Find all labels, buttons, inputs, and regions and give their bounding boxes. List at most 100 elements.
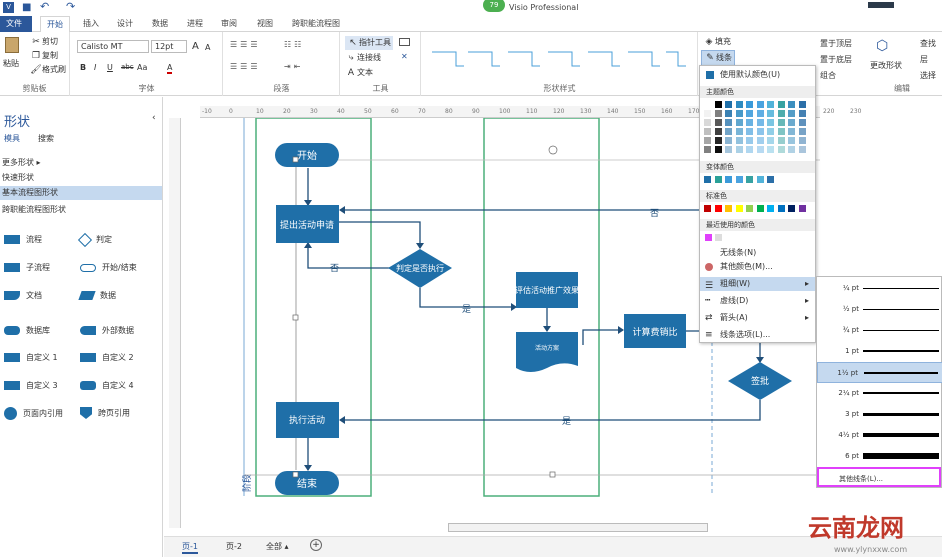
find-button[interactable]: 查找 bbox=[920, 38, 936, 49]
variant-color-swatch[interactable] bbox=[735, 176, 743, 183]
standard-color-swatch[interactable] bbox=[746, 205, 753, 212]
theme-color-swatch[interactable] bbox=[725, 110, 732, 117]
theme-color-swatch[interactable] bbox=[798, 137, 806, 144]
theme-color-swatch[interactable] bbox=[735, 128, 743, 135]
theme-color-swatch[interactable] bbox=[746, 110, 753, 117]
theme-color-swatch[interactable] bbox=[735, 137, 743, 144]
pointer-tool-button[interactable]: ↖ 指针工具 bbox=[345, 36, 393, 50]
save-icon[interactable]: ■ bbox=[22, 2, 31, 13]
change-shape-button[interactable]: 更改形状 bbox=[870, 60, 902, 71]
bring-to-front-button[interactable]: 置于顶层 bbox=[820, 38, 852, 49]
theme-color-swatch[interactable] bbox=[746, 119, 753, 126]
strikethrough-button[interactable]: abc bbox=[121, 63, 134, 71]
theme-color-swatch[interactable] bbox=[798, 101, 806, 108]
text-tool-button[interactable]: A 文本 bbox=[345, 67, 373, 79]
theme-color-swatch[interactable] bbox=[777, 128, 785, 135]
theme-color-swatch[interactable] bbox=[767, 137, 774, 144]
horizontal-scrollbar[interactable] bbox=[448, 523, 708, 532]
shape-data[interactable]: 数据 bbox=[78, 290, 116, 301]
theme-color-swatch[interactable] bbox=[725, 119, 732, 126]
theme-color-swatch[interactable] bbox=[725, 146, 732, 153]
theme-color-swatch[interactable] bbox=[735, 110, 743, 117]
change-shape-icon[interactable]: ⬡ bbox=[876, 38, 888, 54]
theme-color-swatch[interactable] bbox=[777, 101, 785, 108]
page-tab-1[interactable]: 页-1 bbox=[182, 541, 198, 554]
dashes-item[interactable]: ┅ 虚线(D) ▸ bbox=[700, 294, 815, 308]
tab-process[interactable]: 进程 bbox=[181, 16, 209, 32]
shape-custom-3[interactable]: 自定义 3 bbox=[4, 380, 58, 391]
theme-color-swatch[interactable] bbox=[746, 137, 753, 144]
basic-flowchart-item[interactable]: 基本流程图形状 bbox=[0, 186, 162, 200]
tab-file[interactable]: 文件 bbox=[0, 16, 32, 32]
italic-button[interactable]: I bbox=[94, 63, 96, 72]
rectangle-icon[interactable] bbox=[399, 38, 410, 46]
theme-color-swatch[interactable] bbox=[704, 101, 711, 108]
weight-option[interactable]: 1 pt bbox=[817, 341, 942, 362]
format-painter-button[interactable]: 🖌格式刷 bbox=[30, 64, 66, 76]
variant-color-swatch[interactable] bbox=[704, 176, 711, 183]
theme-color-swatch[interactable] bbox=[798, 119, 806, 126]
theme-color-swatch[interactable] bbox=[788, 101, 795, 108]
tab-design[interactable]: 设计 bbox=[111, 16, 139, 32]
standard-color-swatch[interactable] bbox=[714, 205, 722, 212]
standard-color-swatch[interactable] bbox=[788, 205, 795, 212]
use-default-color[interactable]: 使用默认颜色(U) bbox=[700, 68, 815, 82]
variant-color-row[interactable] bbox=[704, 176, 812, 185]
shape-subprocess[interactable]: 子流程 bbox=[4, 262, 50, 273]
paste-button[interactable]: 粘贴 bbox=[3, 58, 19, 69]
recent-color-swatch[interactable] bbox=[705, 234, 712, 241]
weight-option[interactable]: 3 pt bbox=[817, 404, 942, 425]
weight-item[interactable]: ☰ 粗细(W) ▸ bbox=[700, 277, 815, 291]
shape-start-end[interactable]: 开始/结束 bbox=[80, 262, 137, 273]
theme-color-swatch[interactable] bbox=[756, 146, 764, 153]
tab-home[interactable]: 开始 bbox=[40, 16, 70, 32]
theme-color-swatch[interactable] bbox=[798, 110, 806, 117]
theme-color-swatch[interactable] bbox=[746, 146, 753, 153]
theme-color-swatch[interactable] bbox=[767, 128, 774, 135]
theme-color-swatch[interactable] bbox=[798, 146, 806, 153]
shape-external-data[interactable]: 外部数据 bbox=[80, 325, 134, 336]
font-size-select[interactable]: 12pt bbox=[151, 40, 187, 53]
theme-color-swatch[interactable] bbox=[725, 128, 732, 135]
line-style-gallery[interactable] bbox=[428, 44, 690, 74]
align-top-icon[interactable]: ☰☰☰ bbox=[230, 40, 261, 49]
tab-insert[interactable]: 插入 bbox=[77, 16, 105, 32]
quick-shapes-item[interactable]: 快速形状 bbox=[2, 172, 34, 183]
tab-cross-functional[interactable]: 跨职能流程图 bbox=[286, 16, 346, 32]
theme-color-swatch[interactable] bbox=[714, 110, 722, 117]
undo-icon[interactable]: ↶ bbox=[40, 0, 49, 13]
close-icon[interactable]: ✕ bbox=[401, 52, 408, 61]
theme-color-swatch[interactable] bbox=[714, 119, 722, 126]
theme-color-swatch[interactable] bbox=[725, 101, 732, 108]
theme-color-swatch[interactable] bbox=[756, 119, 764, 126]
theme-color-swatch[interactable] bbox=[756, 101, 764, 108]
variant-color-swatch[interactable] bbox=[746, 176, 753, 183]
theme-color-swatch[interactable] bbox=[756, 110, 764, 117]
standard-color-swatch[interactable] bbox=[704, 205, 711, 212]
indent-icon[interactable]: ⇥⇤ bbox=[284, 62, 303, 71]
theme-color-swatch[interactable] bbox=[777, 137, 785, 144]
theme-color-swatch[interactable] bbox=[704, 146, 711, 153]
theme-color-swatch[interactable] bbox=[735, 146, 743, 153]
variant-color-swatch[interactable] bbox=[756, 176, 764, 183]
tab-stencils[interactable]: 模具 bbox=[4, 133, 20, 144]
variant-color-swatch[interactable] bbox=[767, 176, 774, 183]
add-page-icon[interactable]: + bbox=[310, 539, 322, 551]
weight-option[interactable]: 2¼ pt bbox=[817, 383, 942, 404]
recent-color-swatch-2[interactable] bbox=[715, 234, 722, 241]
theme-color-swatch[interactable] bbox=[704, 128, 711, 135]
theme-color-swatch[interactable] bbox=[767, 119, 774, 126]
align-left-icon[interactable]: ☰☰☰ bbox=[230, 62, 261, 71]
more-shapes-link[interactable]: 更多形状 ▸ bbox=[2, 157, 41, 168]
weight-option[interactable]: ½ pt bbox=[817, 299, 942, 320]
font-family-select[interactable]: Calisto MT bbox=[77, 40, 149, 53]
theme-color-swatch[interactable] bbox=[767, 146, 774, 153]
shape-process[interactable]: 流程 bbox=[4, 234, 42, 245]
theme-color-swatch[interactable] bbox=[735, 101, 743, 108]
send-to-back-button[interactable]: 置于底层 bbox=[820, 54, 852, 65]
theme-color-swatch[interactable] bbox=[788, 146, 795, 153]
theme-color-swatch[interactable] bbox=[725, 137, 732, 144]
shape-database[interactable]: 数据库 bbox=[4, 325, 50, 336]
paste-icon[interactable] bbox=[5, 37, 19, 53]
font-color-button[interactable]: A bbox=[167, 63, 173, 74]
